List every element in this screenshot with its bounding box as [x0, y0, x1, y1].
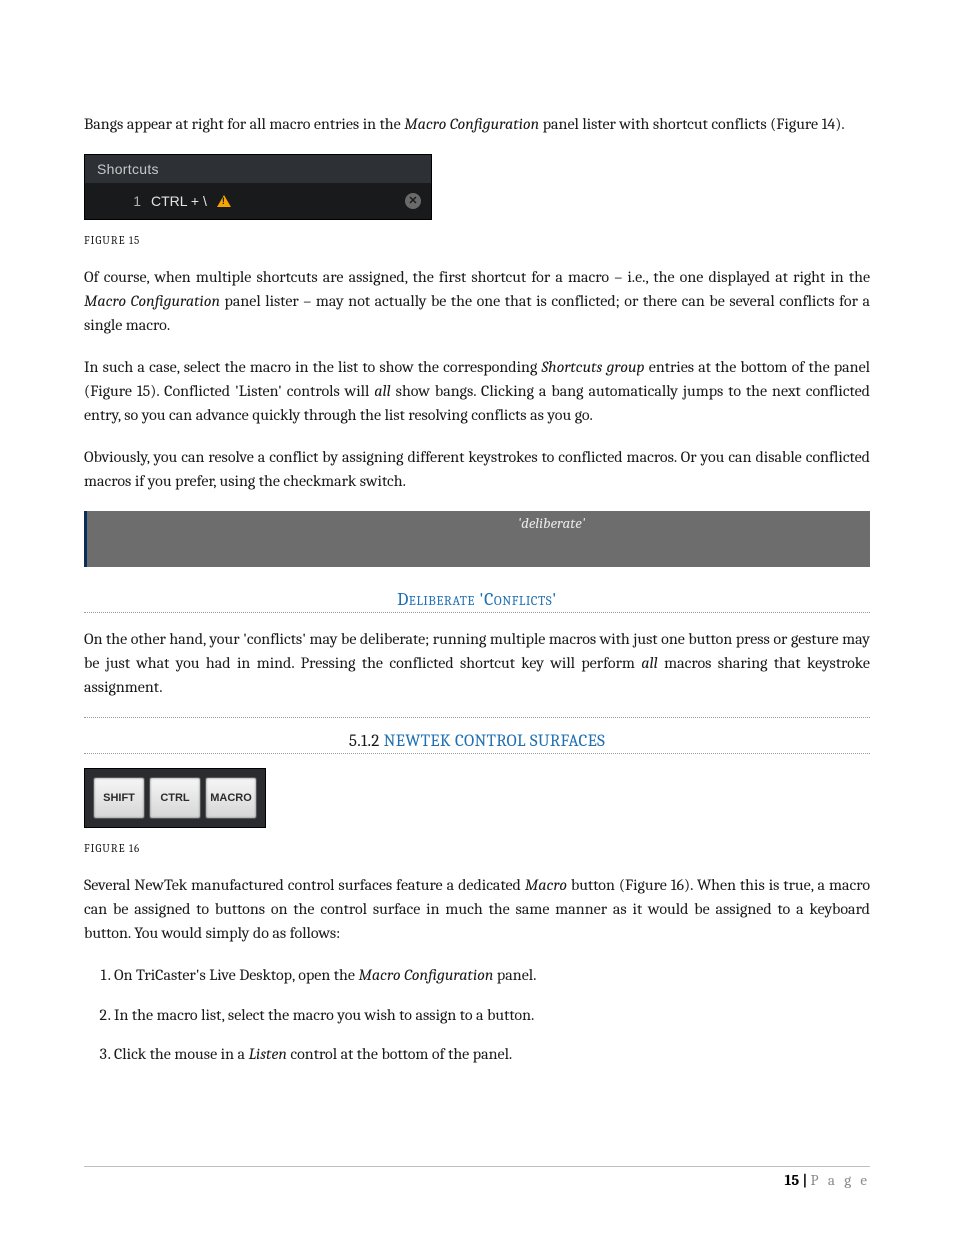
shortcut-index: 1 — [85, 193, 151, 209]
note-bar: 'deliberate' — [84, 511, 870, 567]
text: panel. — [493, 966, 536, 984]
text-italic: Macro Configuration — [358, 966, 493, 984]
step-2: In the macro list, select the macro you … — [114, 1003, 870, 1029]
para-multiple: Of course, when multiple shortcuts are a… — [84, 265, 870, 337]
step-1: On TriCaster's Live Desktop, open the Ma… — [114, 963, 870, 989]
shortcut-key: CTRL + \ — [151, 193, 215, 209]
figure-shortcuts: Shortcuts 1 CTRL + \ ✕ — [84, 154, 432, 220]
para-deliberate: On the other hand, your 'conflicts' may … — [84, 627, 870, 699]
rule-dotted — [84, 753, 870, 754]
key-ctrl: CTRL — [149, 777, 201, 819]
key-shift: SHIFT — [93, 777, 145, 819]
warning-icon[interactable] — [217, 195, 231, 207]
steps-list: On TriCaster's Live Desktop, open the Ma… — [88, 963, 870, 1068]
heading-5-1-2: 5.1.2 NEWTEK CONTROL SURFACES — [84, 732, 870, 751]
para-surfaces: Several NewTek manufactured control surf… — [84, 873, 870, 945]
para-select: In such a case, select the macro in the … — [84, 355, 870, 427]
para-bangs: Bangs appear at right for all macro entr… — [84, 112, 870, 136]
heading-text: NEWTEK CONTROL SURFACES — [384, 732, 605, 751]
footer-rule — [84, 1166, 870, 1167]
page-number-value: 15 | — [784, 1171, 810, 1189]
shortcuts-header: Shortcuts — [85, 155, 431, 183]
delete-icon[interactable]: ✕ — [405, 193, 421, 209]
text-italic: Listen — [249, 1045, 287, 1063]
rule-dotted — [84, 717, 870, 718]
shortcut-row[interactable]: 1 CTRL + \ ✕ — [85, 183, 431, 219]
para-resolve: Obviously, you can resolve a conflict by… — [84, 445, 870, 493]
rule-dotted — [84, 612, 870, 613]
figure-15-caption: FIGURE 15 — [84, 234, 870, 247]
text-italic: Macro — [525, 876, 567, 894]
heading-number: 5.1.2 — [349, 732, 384, 751]
note-text: 'deliberate' — [518, 514, 586, 532]
text: Bangs appear at right for all macro entr… — [84, 115, 404, 133]
text-italic: Macro Configuration — [404, 115, 539, 133]
text: On TriCaster's Live Desktop, open the — [114, 966, 358, 984]
figure-surface-keys: SHIFT CTRL MACRO — [84, 768, 266, 828]
text-italic: all — [641, 654, 657, 672]
text: Of course, when multiple shortcuts are a… — [84, 268, 870, 286]
page-label: P a g e — [811, 1171, 870, 1189]
text: control at the bottom of the panel. — [287, 1045, 512, 1063]
key-macro: MACRO — [205, 777, 257, 819]
text-italic: all — [374, 382, 390, 400]
text: panel lister with shortcut conflicts (Fi… — [539, 115, 845, 133]
page-footer: 15 | P a g e — [84, 1166, 870, 1189]
heading-deliberate-conflicts: Deliberate 'Conflicts' — [84, 589, 870, 610]
text: In such a case, select the macro in the … — [84, 358, 542, 376]
text: Click the mouse in a — [114, 1045, 249, 1063]
figure-16-caption: FIGURE 16 — [84, 842, 870, 855]
page-number: 15 | P a g e — [784, 1171, 870, 1189]
step-3: Click the mouse in a Listen control at t… — [114, 1042, 870, 1068]
text-italic: Shortcuts group — [542, 358, 645, 376]
text: Several NewTek manufactured control surf… — [84, 876, 525, 894]
text-italic: Macro Configuration — [84, 292, 220, 310]
